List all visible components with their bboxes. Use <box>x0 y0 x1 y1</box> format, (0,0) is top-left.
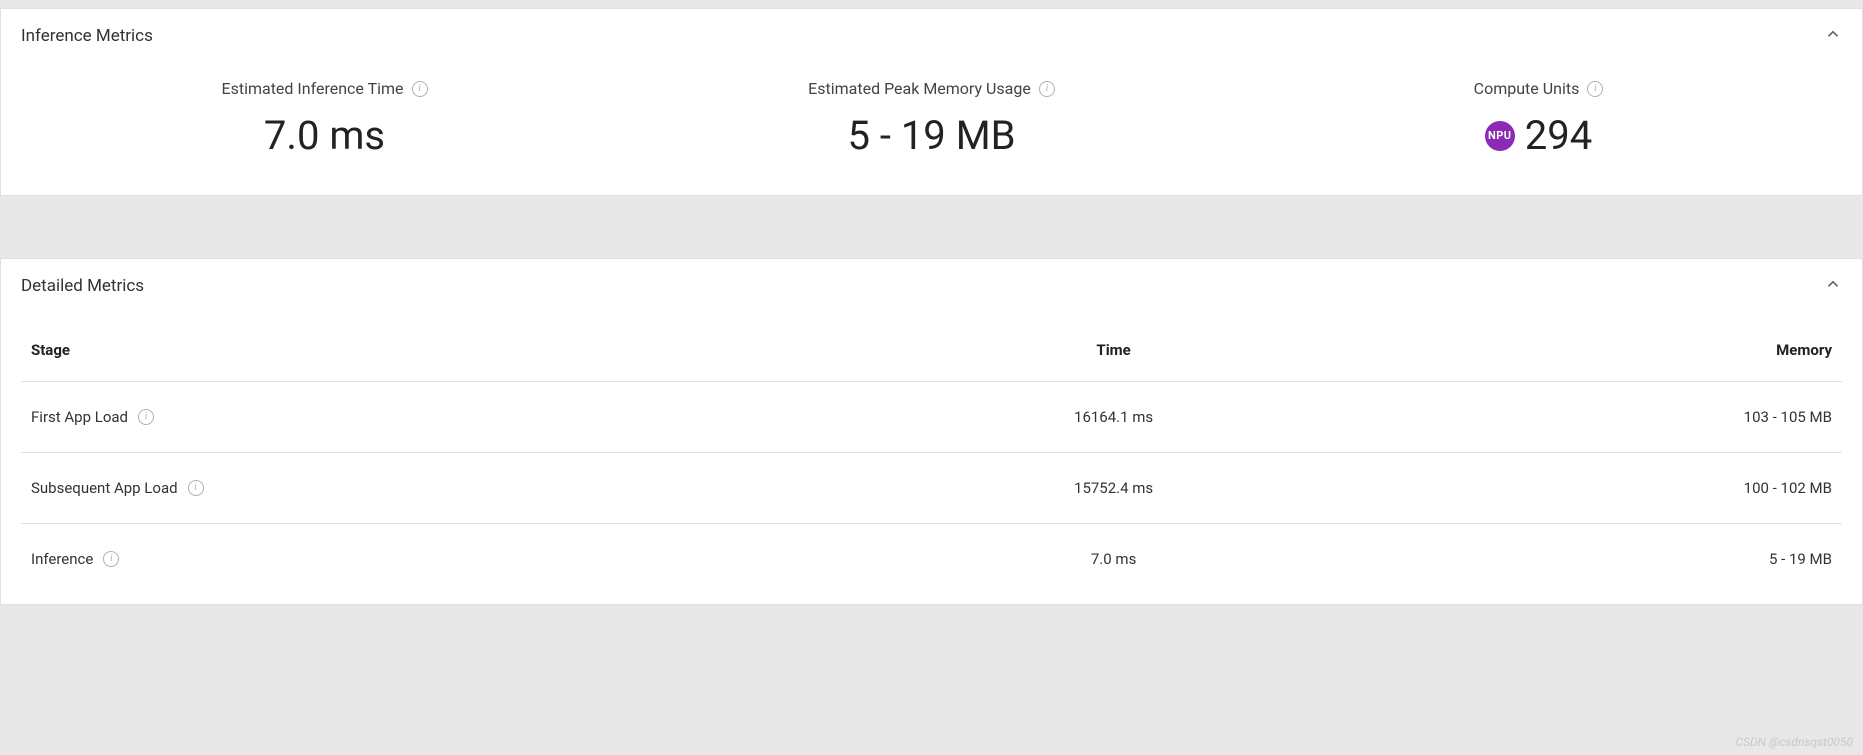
inference-metrics-title: Inference Metrics <box>21 26 153 46</box>
chevron-up-icon[interactable] <box>1824 25 1842 47</box>
stage-label: Subsequent App Load <box>31 479 178 497</box>
metric-label: Estimated Peak Memory Usage i <box>808 79 1055 98</box>
detailed-metrics-title: Detailed Metrics <box>21 276 144 296</box>
cell-time: 16164.1 ms <box>932 382 1296 453</box>
inference-metrics-header: Inference Metrics <box>1 9 1862 59</box>
watermark-text: CSDN @csdnsqst0050 <box>1735 735 1853 749</box>
metric-value: 5 - 19 MB <box>847 112 1015 159</box>
metric-value: 7.0 ms <box>264 112 385 159</box>
table-header-row: Stage Time Memory <box>21 309 1842 382</box>
col-header-memory: Memory <box>1296 309 1842 382</box>
npu-badge-icon: NPU <box>1485 121 1515 151</box>
info-icon[interactable]: i <box>138 409 154 425</box>
cell-stage: Subsequent App Load i <box>21 453 932 524</box>
metric-label-text: Estimated Inference Time <box>221 79 403 98</box>
info-icon[interactable]: i <box>103 551 119 567</box>
metric-inference-time: Estimated Inference Time i 7.0 ms <box>21 79 628 159</box>
cell-memory: 5 - 19 MB <box>1296 524 1842 595</box>
metric-label: Compute Units i <box>1474 79 1604 98</box>
inference-metrics-row: Estimated Inference Time i 7.0 ms Estima… <box>1 59 1862 195</box>
chevron-up-icon[interactable] <box>1824 275 1842 297</box>
metric-value: NPU 294 <box>1485 112 1592 159</box>
col-header-time: Time <box>932 309 1296 382</box>
col-header-stage: Stage <box>21 309 932 382</box>
inference-metrics-panel: Inference Metrics Estimated Inference Ti… <box>0 8 1863 196</box>
detailed-metrics-header: Detailed Metrics <box>1 259 1862 309</box>
detailed-metrics-table: Stage Time Memory First App Load i 16164… <box>21 309 1842 594</box>
cell-time: 15752.4 ms <box>932 453 1296 524</box>
metric-label-text: Compute Units <box>1474 79 1580 98</box>
info-icon[interactable]: i <box>1039 81 1055 97</box>
table-row: First App Load i 16164.1 ms 103 - 105 MB <box>21 382 1842 453</box>
cell-stage: Inference i <box>21 524 932 595</box>
info-icon[interactable]: i <box>1587 81 1603 97</box>
stage-label: Inference <box>31 550 93 568</box>
table-row: Subsequent App Load i 15752.4 ms 100 - 1… <box>21 453 1842 524</box>
metric-compute-units: Compute Units i NPU 294 <box>1235 79 1842 159</box>
panel-spacer <box>0 196 1863 250</box>
table-row: Inference i 7.0 ms 5 - 19 MB <box>21 524 1842 595</box>
cell-time: 7.0 ms <box>932 524 1296 595</box>
detailed-metrics-table-wrap: Stage Time Memory First App Load i 16164… <box>1 309 1862 604</box>
compute-units-value: 294 <box>1525 112 1592 159</box>
cell-memory: 103 - 105 MB <box>1296 382 1842 453</box>
cell-stage: First App Load i <box>21 382 932 453</box>
metric-peak-memory: Estimated Peak Memory Usage i 5 - 19 MB <box>628 79 1235 159</box>
metric-label-text: Estimated Peak Memory Usage <box>808 79 1031 98</box>
metric-label: Estimated Inference Time i <box>221 79 427 98</box>
stage-label: First App Load <box>31 408 128 426</box>
cell-memory: 100 - 102 MB <box>1296 453 1842 524</box>
info-icon[interactable]: i <box>188 480 204 496</box>
detailed-metrics-panel: Detailed Metrics Stage Time Memory First… <box>0 258 1863 605</box>
info-icon[interactable]: i <box>412 81 428 97</box>
